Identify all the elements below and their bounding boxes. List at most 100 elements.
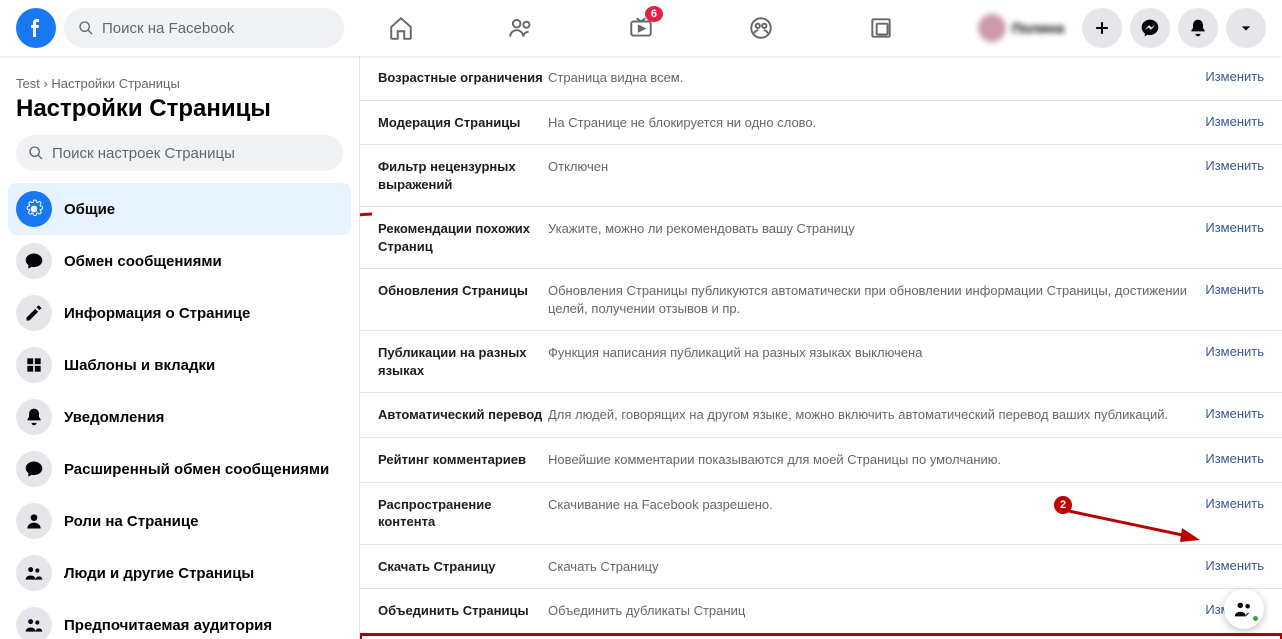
sidebar-item-label: Роли на Странице [64,513,198,530]
row-edit-link[interactable]: Изменить [1205,282,1264,297]
row-edit-link[interactable]: Изменить [1205,406,1264,421]
global-search[interactable]: Поиск на Facebook [64,8,344,48]
people-icon [16,555,52,591]
bell-icon [1188,18,1208,38]
chat-icon [16,243,52,279]
user-chip[interactable]: Полина [974,10,1074,46]
sidebar-item-label: Обмен сообщениями [64,253,222,270]
settings-row-10: Объединить СтраницыОбъединить дубликаты … [360,589,1282,634]
sidebar-item-1[interactable]: Обмен сообщениями [8,235,351,287]
settings-row-2: Фильтр нецензурных выраженийОтключенИзме… [360,145,1282,207]
row-desc: На Странице не блокируется ни одно слово… [548,114,1205,132]
facebook-logo[interactable] [16,8,56,48]
row-desc: Функция написания публикаций на разных я… [548,344,1205,362]
bell-icon [16,399,52,435]
row-label: Распространение контента [378,496,548,531]
nav-gaming[interactable] [825,0,937,56]
row-desc: Отключен [548,158,1205,176]
annotation-badge-2: 2 [1054,496,1072,514]
messenger-icon [1140,18,1160,38]
account-menu-button[interactable] [1226,8,1266,48]
search-icon [28,145,44,161]
row-desc: Объединить дубликаты Страниц [548,602,1205,620]
center-nav: 6 [345,0,937,56]
chat-icon [16,451,52,487]
row-desc: Новейшие комментарии показываются для мо… [548,451,1205,469]
row-desc: Страница видна всем. [548,69,1205,87]
messenger-button[interactable] [1130,8,1170,48]
row-label: Модерация Страницы [378,114,548,132]
row-label: Возрастные ограничения [378,69,548,87]
nav-home[interactable] [345,0,457,56]
sidebar-item-7[interactable]: Люди и другие Страницы [8,547,351,599]
sidebar-item-label: Шаблоны и вкладки [64,357,215,374]
settings-row-1: Модерация СтраницыНа Странице не блокиру… [360,101,1282,146]
row-label: Объединить Страницы [378,602,548,620]
gear-icon [16,191,52,227]
settings-row-9: Скачать СтраницуСкачать СтраницуИзменить [360,545,1282,590]
row-label: Рекомендации похожих Страниц [378,220,548,255]
settings-row-7: Рейтинг комментариевНовейшие комментарии… [360,438,1282,483]
people-icon [16,607,52,639]
row-desc: Скачать Страницу [548,558,1205,576]
sidebar-item-label: Предпочитаемая аудитория [64,617,272,634]
breadcrumb[interactable]: Test › Настройки Страницы [16,76,343,91]
right-nav: Полина [974,8,1266,48]
sidebar-item-label: Общие [64,201,115,218]
row-edit-link[interactable]: Изменить [1205,114,1264,129]
row-edit-link[interactable]: Изменить [1205,158,1264,173]
sidebar-item-label: Люди и другие Страницы [64,565,254,582]
grid-icon [16,347,52,383]
nav-groups[interactable] [705,0,817,56]
row-label: Обновления Страницы [378,282,548,300]
sidebar-item-label: Информация о Странице [64,305,250,322]
settings-row-0: Возрастные ограниченияСтраница видна все… [360,56,1282,101]
row-desc: Обновления Страницы публикуются автомати… [548,282,1205,317]
create-button[interactable] [1082,8,1122,48]
sidebar-item-2[interactable]: Информация о Странице [8,287,351,339]
chat-fab[interactable] [1224,589,1264,629]
row-label: Автоматический перевод [378,406,548,424]
settings-row-11: Удалить СтраницуУдалить СтраницуИзменить [360,634,1282,639]
settings-row-4: Обновления СтраницыОбновления Страницы п… [360,269,1282,331]
facebook-f-icon [24,16,48,40]
search-icon [78,20,94,36]
sidebar-item-8[interactable]: Предпочитаемая аудитория [8,599,351,639]
row-edit-link[interactable]: Изменить [1205,220,1264,235]
sidebar-search-placeholder: Поиск настроек Страницы [52,145,235,162]
sidebar-item-5[interactable]: Расширенный обмен сообщениями [8,443,351,495]
notifications-button[interactable] [1178,8,1218,48]
online-dot [1251,614,1260,623]
main-content: Возрастные ограниченияСтраница видна все… [360,56,1282,639]
sidebar-item-0[interactable]: Общие [8,183,351,235]
chevron-down-icon [1236,18,1256,38]
plus-icon [1092,18,1112,38]
row-label: Скачать Страницу [378,558,548,576]
row-edit-link[interactable]: Изменить [1205,451,1264,466]
row-edit-link[interactable]: Изменить [1205,496,1264,511]
sidebar-item-label: Расширенный обмен сообщениями [64,461,329,478]
annotation-arrow-2 [1062,506,1202,546]
page-title: Настройки Страницы [16,95,343,123]
settings-row-5: Публикации на разных языкахФункция напис… [360,331,1282,393]
row-edit-link[interactable]: Изменить [1205,344,1264,359]
nav-friends[interactable] [465,0,577,56]
sidebar-item-4[interactable]: Уведомления [8,391,351,443]
sidebar-item-3[interactable]: Шаблоны и вкладки [8,339,351,391]
friends-icon [508,15,534,41]
top-nav: Поиск на Facebook 6 Полина [0,0,1282,56]
user-avatar [978,14,1006,42]
row-label: Фильтр нецензурных выражений [378,158,548,193]
row-edit-link[interactable]: Изменить [1205,69,1264,84]
sidebar-item-6[interactable]: Роли на Странице [8,495,351,547]
sidebar-search[interactable]: Поиск настроек Страницы [16,135,343,171]
row-edit-link[interactable]: Изменить [1205,558,1264,573]
gaming-icon [868,15,894,41]
sidebar-item-label: Уведомления [64,409,164,426]
watch-badge: 6 [645,6,663,22]
nav-watch[interactable]: 6 [585,0,697,56]
pencil-icon [16,295,52,331]
row-desc: Для людей, говорящих на другом языке, мо… [548,406,1205,424]
groups-icon [748,15,774,41]
global-search-placeholder: Поиск на Facebook [102,20,234,37]
